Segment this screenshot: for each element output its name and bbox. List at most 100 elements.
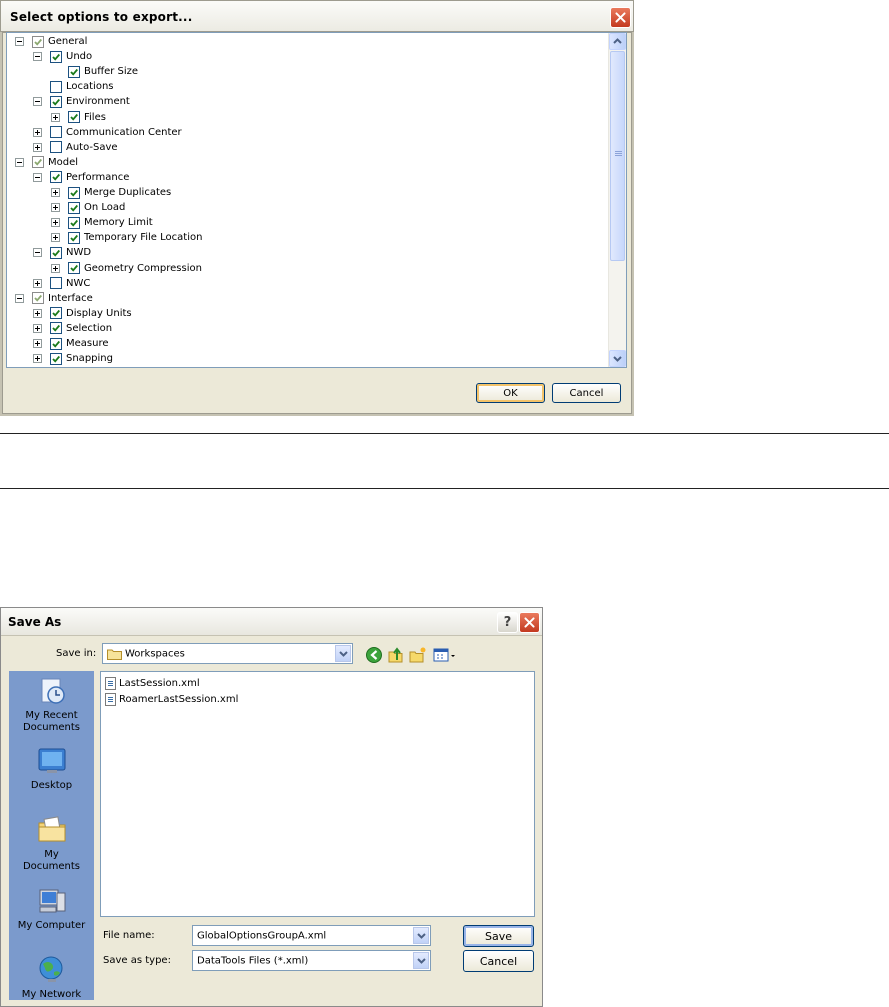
expand-icon[interactable] — [51, 263, 60, 273]
my-documents-icon — [36, 814, 68, 846]
collapse-icon[interactable] — [33, 97, 42, 107]
close-button[interactable] — [519, 612, 540, 633]
tree-item[interactable]: NWC — [33, 276, 90, 291]
list-item[interactable]: LastSession.xml — [105, 676, 200, 690]
tree-item[interactable]: Buffer Size — [51, 64, 138, 79]
place-my-documents[interactable]: My Documents — [9, 814, 94, 873]
dropdown-button[interactable] — [413, 952, 429, 969]
expand-icon[interactable] — [51, 203, 60, 213]
tree-item-checkbox[interactable] — [68, 201, 80, 214]
collapse-icon[interactable] — [15, 157, 24, 167]
tree-item[interactable]: Performance — [33, 170, 129, 185]
collapse-icon[interactable] — [15, 293, 24, 303]
tree-item[interactable]: Environment — [33, 94, 130, 109]
scroll-down-button[interactable] — [609, 350, 626, 367]
tree-item[interactable]: Merge Duplicates — [51, 185, 171, 200]
tree-item[interactable]: Model — [15, 155, 78, 170]
place-my-computer[interactable]: My Computer — [9, 885, 94, 932]
tree-item-checkbox[interactable] — [50, 95, 62, 108]
cancel-button[interactable]: Cancel — [463, 950, 534, 972]
up-folder-icon[interactable] — [387, 646, 405, 664]
tree-item-checkbox[interactable] — [50, 352, 62, 365]
expand-icon[interactable] — [33, 127, 42, 137]
dropdown-button[interactable] — [413, 927, 429, 944]
collapse-icon[interactable] — [15, 37, 24, 46]
expand-icon[interactable] — [51, 218, 60, 228]
tree-item-checkbox[interactable] — [68, 262, 80, 274]
tree-item-checkbox[interactable] — [32, 35, 44, 48]
expand-icon[interactable] — [33, 323, 42, 333]
back-icon[interactable] — [365, 646, 383, 664]
export-options-dialog: Select options to export... General Undo B… — [0, 0, 634, 416]
tree-item[interactable]: Interface — [15, 291, 93, 306]
tree-item-checkbox[interactable] — [50, 126, 62, 139]
tree-item[interactable]: Memory Limit — [51, 215, 153, 230]
tree-item-checkbox[interactable] — [32, 156, 44, 169]
tree-item-checkbox[interactable] — [50, 80, 62, 93]
tree-item-checkbox[interactable] — [50, 171, 62, 184]
expand-icon[interactable] — [33, 339, 42, 348]
tree-item-checkbox[interactable] — [50, 337, 62, 350]
expand-icon[interactable] — [51, 233, 60, 243]
help-button[interactable]: ? — [497, 612, 518, 633]
tree-item[interactable]: Geometry Compression — [51, 261, 202, 276]
file-list[interactable]: LastSession.xml RoamerLastSession.xml — [100, 671, 535, 917]
tree-item-checkbox[interactable] — [68, 111, 80, 123]
tree-item-label: Temporary File Location — [84, 232, 203, 244]
recent-documents-icon — [36, 675, 68, 707]
tree-item[interactable]: NWD — [33, 245, 91, 260]
tree-item-checkbox[interactable] — [50, 307, 62, 320]
save-in-select[interactable]: Workspaces — [102, 643, 353, 664]
tree-item-checkbox[interactable] — [50, 141, 62, 154]
tree-item-checkbox[interactable] — [68, 65, 80, 78]
cancel-button[interactable]: Cancel — [552, 383, 621, 403]
save-button[interactable]: Save — [463, 925, 534, 947]
tree-item-label: Files — [84, 111, 106, 123]
tree-item[interactable]: Display Units — [33, 306, 132, 321]
tree-item-checkbox[interactable] — [50, 246, 62, 259]
place-my-network[interactable]: My Network — [9, 954, 94, 1001]
expand-icon[interactable] — [33, 278, 42, 288]
ok-button[interactable]: OK — [476, 383, 545, 403]
tree-item-checkbox[interactable] — [68, 231, 80, 244]
dropdown-button[interactable] — [335, 645, 351, 662]
options-tree[interactable]: General Undo Buffer Size Locations Environme… — [6, 32, 627, 368]
expand-icon[interactable] — [33, 142, 42, 152]
tree-item[interactable]: Auto-Save — [33, 140, 118, 155]
collapse-icon[interactable] — [33, 52, 42, 62]
list-item[interactable]: RoamerLastSession.xml — [105, 692, 238, 706]
place-recent-documents[interactable]: My Recent Documents — [9, 675, 94, 734]
views-menu-icon[interactable] — [433, 646, 457, 664]
tree-item-checkbox[interactable] — [50, 322, 62, 335]
tree-item-checkbox[interactable] — [50, 50, 62, 63]
tree-item-checkbox[interactable] — [68, 216, 80, 229]
tree-item[interactable]: Communication Center — [33, 125, 182, 140]
scroll-thumb[interactable] — [610, 51, 625, 261]
tree-item[interactable]: On Load — [51, 200, 125, 215]
tree-item[interactable]: Measure — [33, 336, 109, 351]
tree-item-checkbox[interactable] — [32, 292, 44, 305]
close-button[interactable] — [610, 7, 631, 28]
scroll-up-button[interactable] — [609, 33, 626, 50]
vertical-scrollbar[interactable] — [608, 33, 626, 367]
save-type-select[interactable]: DataTools Files (*.xml) — [192, 950, 431, 971]
file-name-input[interactable]: GlobalOptionsGroupA.xml — [192, 925, 431, 946]
tree-item-checkbox[interactable] — [50, 277, 62, 290]
tree-item[interactable]: Snapping — [33, 351, 113, 366]
place-desktop[interactable]: Desktop — [9, 745, 94, 792]
tree-item[interactable]: Undo — [33, 49, 92, 64]
expand-icon[interactable] — [33, 354, 42, 364]
tree-item[interactable]: General — [15, 34, 87, 49]
tree-item[interactable]: Selection — [33, 321, 112, 336]
collapse-icon[interactable] — [33, 248, 42, 258]
tree-item-checkbox[interactable] — [68, 186, 80, 199]
tree-item[interactable]: Temporary File Location — [51, 230, 202, 245]
tree-item[interactable]: Locations — [33, 79, 114, 94]
new-folder-icon[interactable] — [409, 646, 427, 664]
tree-item[interactable]: Files — [51, 110, 106, 125]
expand-icon[interactable] — [51, 112, 60, 122]
expand-icon[interactable] — [33, 308, 42, 318]
expand-icon[interactable] — [51, 188, 60, 197]
collapse-icon[interactable] — [33, 172, 42, 182]
place-label: My Network — [21, 989, 82, 1000]
